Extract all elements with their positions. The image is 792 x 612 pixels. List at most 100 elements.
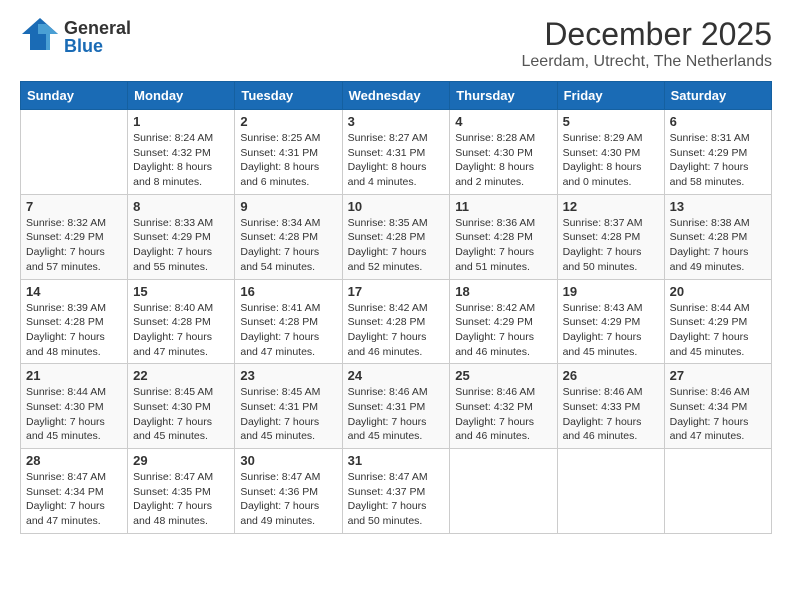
calendar-day-cell: 7 Sunrise: 8:32 AMSunset: 4:29 PMDaylight… <box>21 194 128 279</box>
day-info: Sunrise: 8:45 AMSunset: 4:30 PMDaylight:… <box>133 385 229 444</box>
day-number: 22 <box>133 368 229 383</box>
calendar-day-cell: 11 Sunrise: 8:36 AMSunset: 4:28 PMDayligh… <box>450 194 557 279</box>
day-number: 16 <box>240 284 336 299</box>
day-info: Sunrise: 8:38 AMSunset: 4:28 PMDaylight:… <box>670 216 766 275</box>
day-info: Sunrise: 8:34 AMSunset: 4:28 PMDaylight:… <box>240 216 336 275</box>
calendar-day-cell: 20 Sunrise: 8:44 AMSunset: 4:29 PMDayligh… <box>664 279 771 364</box>
calendar-day-cell: 24 Sunrise: 8:46 AMSunset: 4:31 PMDayligh… <box>342 364 450 449</box>
calendar-day-cell: 17Sunrise: 8:42 AMSunset: 4:28 PMDayligh… <box>342 279 450 364</box>
location-title: Leerdam, Utrecht, The Netherlands <box>522 53 773 71</box>
day-number: 18 <box>455 284 551 299</box>
calendar-day-cell: 8 Sunrise: 8:33 AMSunset: 4:29 PMDaylight… <box>128 194 235 279</box>
day-info: Sunrise: 8:45 AMSunset: 4:31 PMDaylight:… <box>240 385 336 444</box>
day-number: 15 <box>133 284 229 299</box>
weekday-header-saturday: Saturday <box>664 82 771 110</box>
day-number: 11 <box>455 199 551 214</box>
day-info: Sunrise: 8:44 AMSunset: 4:29 PMDaylight:… <box>670 301 766 360</box>
calendar-day-cell: 4Sunrise: 8:28 AMSunset: 4:30 PMDaylight… <box>450 110 557 195</box>
day-info: Sunrise: 8:44 AMSunset: 4:30 PMDaylight:… <box>26 385 122 444</box>
day-number: 31 <box>348 453 445 468</box>
day-number: 20 <box>670 284 766 299</box>
day-info: Sunrise: 8:47 AMSunset: 4:36 PMDaylight:… <box>240 470 336 529</box>
weekday-header-thursday: Thursday <box>450 82 557 110</box>
day-info: Sunrise: 8:42 AMSunset: 4:28 PMDaylight:… <box>348 301 445 360</box>
calendar-day-cell: 26 Sunrise: 8:46 AMSunset: 4:33 PMDayligh… <box>557 364 664 449</box>
day-number: 21 <box>26 368 122 383</box>
calendar-week-row: 28 Sunrise: 8:47 AMSunset: 4:34 PMDayligh… <box>21 449 772 534</box>
empty-cell <box>664 449 771 534</box>
day-info: Sunrise: 8:24 AMSunset: 4:32 PMDaylight:… <box>133 131 229 190</box>
weekday-header-tuesday: Tuesday <box>235 82 342 110</box>
day-info: Sunrise: 8:28 AMSunset: 4:30 PMDaylight:… <box>455 131 551 190</box>
day-info: Sunrise: 8:47 AMSunset: 4:35 PMDaylight:… <box>133 470 229 529</box>
month-title: December 2025 <box>522 16 773 53</box>
day-info: Sunrise: 8:39 AMSunset: 4:28 PMDaylight:… <box>26 301 122 360</box>
day-number: 12 <box>563 199 659 214</box>
day-number: 9 <box>240 199 336 214</box>
day-number: 19 <box>563 284 659 299</box>
calendar-table: SundayMondayTuesdayWednesdayThursdayFrid… <box>20 81 772 534</box>
weekday-header-wednesday: Wednesday <box>342 82 450 110</box>
day-info: Sunrise: 8:42 AMSunset: 4:29 PMDaylight:… <box>455 301 551 360</box>
day-info: Sunrise: 8:46 AMSunset: 4:33 PMDaylight:… <box>563 385 659 444</box>
calendar-week-row: 14 Sunrise: 8:39 AMSunset: 4:28 PMDayligh… <box>21 279 772 364</box>
calendar-day-cell: 6 Sunrise: 8:31 AMSunset: 4:29 PMDaylight… <box>664 110 771 195</box>
logo-icon <box>20 16 60 57</box>
calendar-day-cell: 15 Sunrise: 8:40 AMSunset: 4:28 PMDayligh… <box>128 279 235 364</box>
calendar-week-row: 1 Sunrise: 8:24 AMSunset: 4:32 PMDaylight… <box>21 110 772 195</box>
day-info: Sunrise: 8:31 AMSunset: 4:29 PMDaylight:… <box>670 131 766 190</box>
empty-cell <box>557 449 664 534</box>
calendar-day-cell: 5 Sunrise: 8:29 AMSunset: 4:30 PMDaylight… <box>557 110 664 195</box>
day-info: Sunrise: 8:37 AMSunset: 4:28 PMDaylight:… <box>563 216 659 275</box>
calendar-week-row: 7 Sunrise: 8:32 AMSunset: 4:29 PMDaylight… <box>21 194 772 279</box>
day-number: 6 <box>670 114 766 129</box>
calendar-day-cell: 29Sunrise: 8:47 AMSunset: 4:35 PMDayligh… <box>128 449 235 534</box>
day-info: Sunrise: 8:27 AMSunset: 4:31 PMDaylight:… <box>348 131 445 190</box>
calendar-day-cell: 2 Sunrise: 8:25 AMSunset: 4:31 PMDaylight… <box>235 110 342 195</box>
day-info: Sunrise: 8:29 AMSunset: 4:30 PMDaylight:… <box>563 131 659 190</box>
day-info: Sunrise: 8:36 AMSunset: 4:28 PMDaylight:… <box>455 216 551 275</box>
day-info: Sunrise: 8:46 AMSunset: 4:31 PMDaylight:… <box>348 385 445 444</box>
calendar-day-cell: 14 Sunrise: 8:39 AMSunset: 4:28 PMDayligh… <box>21 279 128 364</box>
calendar-day-cell: 12 Sunrise: 8:37 AMSunset: 4:28 PMDayligh… <box>557 194 664 279</box>
day-info: Sunrise: 8:32 AMSunset: 4:29 PMDaylight:… <box>26 216 122 275</box>
calendar-week-row: 21 Sunrise: 8:44 AMSunset: 4:30 PMDayligh… <box>21 364 772 449</box>
calendar-day-cell: 18 Sunrise: 8:42 AMSunset: 4:29 PMDayligh… <box>450 279 557 364</box>
calendar-day-cell: 9 Sunrise: 8:34 AMSunset: 4:28 PMDaylight… <box>235 194 342 279</box>
day-info: Sunrise: 8:47 AMSunset: 4:34 PMDaylight:… <box>26 470 122 529</box>
day-number: 8 <box>133 199 229 214</box>
calendar-day-cell: 28 Sunrise: 8:47 AMSunset: 4:34 PMDayligh… <box>21 449 128 534</box>
weekday-header-row: SundayMondayTuesdayWednesdayThursdayFrid… <box>21 82 772 110</box>
day-info: Sunrise: 8:46 AMSunset: 4:34 PMDaylight:… <box>670 385 766 444</box>
day-number: 27 <box>670 368 766 383</box>
day-number: 24 <box>348 368 445 383</box>
calendar-day-cell: 22 Sunrise: 8:45 AMSunset: 4:30 PMDayligh… <box>128 364 235 449</box>
calendar-day-cell: 23 Sunrise: 8:45 AMSunset: 4:31 PMDayligh… <box>235 364 342 449</box>
day-number: 26 <box>563 368 659 383</box>
day-number: 5 <box>563 114 659 129</box>
calendar-day-cell: 27 Sunrise: 8:46 AMSunset: 4:34 PMDayligh… <box>664 364 771 449</box>
day-number: 14 <box>26 284 122 299</box>
day-info: Sunrise: 8:25 AMSunset: 4:31 PMDaylight:… <box>240 131 336 190</box>
calendar-day-cell: 1 Sunrise: 8:24 AMSunset: 4:32 PMDaylight… <box>128 110 235 195</box>
logo: General Blue <box>20 16 131 57</box>
day-info: Sunrise: 8:33 AMSunset: 4:29 PMDaylight:… <box>133 216 229 275</box>
calendar-day-cell: 3Sunrise: 8:27 AMSunset: 4:31 PMDaylight… <box>342 110 450 195</box>
calendar-day-cell: 10 Sunrise: 8:35 AMSunset: 4:28 PMDayligh… <box>342 194 450 279</box>
logo-text: General Blue <box>64 19 131 55</box>
day-number: 10 <box>348 199 445 214</box>
empty-cell <box>21 110 128 195</box>
day-number: 23 <box>240 368 336 383</box>
day-number: 2 <box>240 114 336 129</box>
page-header: General Blue December 2025 Leerdam, Utre… <box>20 16 772 71</box>
calendar-day-cell: 31 Sunrise: 8:47 AMSunset: 4:37 PMDayligh… <box>342 449 450 534</box>
day-number: 30 <box>240 453 336 468</box>
day-info: Sunrise: 8:35 AMSunset: 4:28 PMDaylight:… <box>348 216 445 275</box>
day-info: Sunrise: 8:43 AMSunset: 4:29 PMDaylight:… <box>563 301 659 360</box>
day-number: 1 <box>133 114 229 129</box>
day-number: 28 <box>26 453 122 468</box>
day-info: Sunrise: 8:40 AMSunset: 4:28 PMDaylight:… <box>133 301 229 360</box>
day-info: Sunrise: 8:47 AMSunset: 4:37 PMDaylight:… <box>348 470 445 529</box>
weekday-header-friday: Friday <box>557 82 664 110</box>
day-number: 7 <box>26 199 122 214</box>
